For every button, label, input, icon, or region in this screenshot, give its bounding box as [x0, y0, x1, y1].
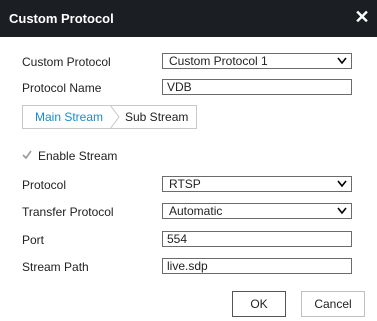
tab-main-stream[interactable]: Main Stream	[23, 106, 115, 128]
cancel-button[interactable]: Cancel	[301, 291, 365, 317]
protocol-name-label: Protocol Name	[22, 81, 102, 95]
tab-separator	[109, 105, 120, 129]
chevron-down-icon	[337, 180, 347, 188]
protocol-value: RTSP	[169, 177, 201, 191]
chevron-down-icon	[337, 207, 347, 215]
transfer-protocol-label: Transfer Protocol	[22, 205, 114, 219]
custom-protocol-label: Custom Protocol	[22, 55, 111, 69]
stream-path-input[interactable]: live.sdp	[162, 258, 352, 274]
stream-path-label: Stream Path	[22, 260, 89, 274]
protocol-label: Protocol	[22, 178, 67, 192]
protocol-select[interactable]: RTSP	[162, 176, 352, 192]
custom-protocol-value: Custom Protocol 1	[169, 54, 268, 68]
close-icon[interactable]: ✕	[353, 8, 371, 26]
enable-stream-checkbox[interactable]	[22, 150, 32, 160]
transfer-protocol-value: Automatic	[169, 204, 223, 218]
custom-protocol-select[interactable]: Custom Protocol 1	[162, 53, 352, 69]
protocol-name-input[interactable]: VDB	[162, 79, 352, 95]
dialog-title: Custom Protocol	[9, 11, 114, 26]
ok-button[interactable]: OK	[232, 291, 286, 317]
chevron-down-icon	[337, 57, 347, 65]
tab-sub-stream[interactable]: Sub Stream	[125, 106, 188, 128]
dialog-titlebar: Custom Protocol ✕	[0, 0, 377, 37]
transfer-protocol-select[interactable]: Automatic	[162, 203, 352, 219]
port-input[interactable]: 554	[162, 231, 352, 247]
stream-tabs: Main Stream Sub Stream	[22, 105, 197, 129]
enable-stream-label: Enable Stream	[38, 149, 118, 163]
port-label: Port	[22, 233, 45, 247]
